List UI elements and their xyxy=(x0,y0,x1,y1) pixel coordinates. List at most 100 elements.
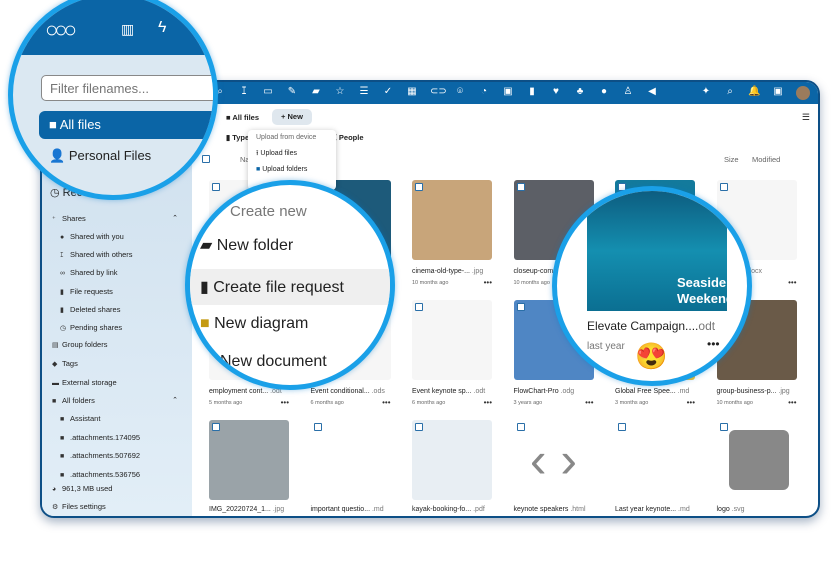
table-icon[interactable]: ▦ xyxy=(406,86,418,97)
file-name[interactable]: Event conditional... .ods xyxy=(311,388,385,395)
microscope-icon[interactable]: ♙ xyxy=(622,86,634,97)
sidebar-item-share[interactable]: ▮ Deleted shares xyxy=(60,305,120,314)
column-size[interactable]: Size xyxy=(724,155,739,164)
filter-type[interactable]: ▮ Type xyxy=(226,133,249,142)
briefcase-icon[interactable]: ▮ xyxy=(526,86,538,97)
file-name[interactable]: logo .svg xyxy=(717,506,745,513)
new-button[interactable]: + New xyxy=(272,109,312,125)
link-icon[interactable]: ⊂⊃ xyxy=(430,86,447,97)
contacts-icon[interactable]: ꕯ xyxy=(238,86,250,97)
map-pin-icon[interactable]: ⌾ xyxy=(454,86,466,97)
file-name[interactable]: FlowChart-Pro .odg xyxy=(514,388,575,395)
sidebar-folder[interactable]: ■ .attachments.174095 xyxy=(60,433,140,442)
bus-icon[interactable]: ▣ xyxy=(502,86,514,97)
file-name[interactable]: important questio... .md xyxy=(311,506,384,513)
more-actions-icon[interactable]: ••• xyxy=(281,398,289,407)
menu-new-document[interactable]: New document xyxy=(200,353,327,371)
filter-people[interactable]: ꕯ People xyxy=(333,133,364,143)
file-name[interactable]: Last year keynote... .md xyxy=(615,506,690,513)
file-checkbox[interactable] xyxy=(719,183,728,191)
file-checkbox[interactable] xyxy=(313,423,322,431)
sidebar-item-share[interactable]: ◷ Pending shares xyxy=(60,323,122,332)
sidebar-item-group-folders[interactable]: ▤ Group folders xyxy=(52,340,107,349)
file-checkbox[interactable] xyxy=(516,423,525,431)
activity-icon[interactable]: ϟ xyxy=(158,19,166,37)
check-icon[interactable]: ✓ xyxy=(382,86,394,97)
megaphone-icon[interactable]: ◀ xyxy=(646,86,658,97)
file-name[interactable]: group-business-p... .jpg xyxy=(717,388,790,395)
chevron-up-icon[interactable]: ⌃ xyxy=(172,396,178,404)
menu-new-diagram[interactable]: ■ New diagram xyxy=(200,315,308,333)
chevron-up-icon[interactable]: ⌃ xyxy=(172,214,178,222)
sidebar-item-tags[interactable]: ◆ Tags xyxy=(52,359,78,368)
file-name[interactable]: Global Free Spee... .md xyxy=(615,388,689,395)
file-name[interactable]: IMG_20220724_1... .jpg xyxy=(209,506,284,513)
file-checkbox[interactable] xyxy=(212,183,220,191)
file-checkbox[interactable] xyxy=(415,183,423,191)
calendar-icon[interactable]: ▭ xyxy=(262,86,274,97)
file-checkbox[interactable] xyxy=(516,303,525,311)
sidebar-folder[interactable]: ■ .attachments.507692 xyxy=(60,451,140,460)
more-actions-icon[interactable]: ••• xyxy=(707,337,720,351)
more-actions-icon[interactable]: ••• xyxy=(585,398,593,407)
more-actions-icon[interactable]: ••• xyxy=(382,398,390,407)
file-checkbox[interactable] xyxy=(618,423,626,431)
more-actions-icon[interactable]: ••• xyxy=(687,398,695,407)
plant-icon[interactable]: ♣ xyxy=(574,86,586,97)
file-name[interactable]: cinema-old-type-... .jpg xyxy=(412,268,483,275)
select-all-checkbox[interactable] xyxy=(202,155,210,163)
filter-filenames-input[interactable] xyxy=(41,75,213,101)
list-icon[interactable]: ☰ xyxy=(358,86,370,97)
file-name[interactable]: Elevate Campaign....odt xyxy=(587,319,715,333)
file-name[interactable]: Event keynote sp... .odt xyxy=(412,388,485,395)
menu-upload-files[interactable]: ⭱ Upload files xyxy=(248,146,336,162)
star-icon[interactable]: ☆ xyxy=(334,86,346,97)
file-checkbox[interactable] xyxy=(212,423,220,431)
pencil-icon[interactable]: ✎ xyxy=(286,86,298,97)
sidebar-item-share[interactable]: ● Shared with you xyxy=(60,232,124,241)
person-icon[interactable]: ● xyxy=(598,86,610,97)
avatar[interactable] xyxy=(796,86,810,100)
sidebar-folder[interactable]: ■ .attachments.536756 xyxy=(60,470,140,479)
breadcrumb-all-files[interactable]: ■ All files xyxy=(226,113,259,122)
menu-upload-folders[interactable]: ■ Upload folders xyxy=(248,162,336,178)
file-name[interactable]: employment cont... .odt xyxy=(209,388,282,395)
files-app-icon[interactable]: ▥ xyxy=(121,21,134,38)
sparkle-icon[interactable]: ✦ xyxy=(700,86,712,97)
more-actions-icon[interactable]: ••• xyxy=(484,398,492,407)
file-name[interactable]: kayak-booking-fo... .pdf xyxy=(412,506,485,513)
sidebar-item-shares[interactable]: ⁺ Shares xyxy=(52,214,86,223)
file-thumbnail[interactable]: ‹ › xyxy=(513,420,594,500)
more-actions-icon[interactable]: ••• xyxy=(484,278,492,287)
file-thumbnail[interactable] xyxy=(412,300,492,380)
speed-icon[interactable]: ◔ xyxy=(478,86,490,97)
sidebar-item-share[interactable]: ▮ File requests xyxy=(60,287,113,296)
file-checkbox[interactable] xyxy=(415,423,423,431)
menu-create-file-request[interactable]: ▮ Create file request xyxy=(200,277,344,297)
column-modified[interactable]: Modified xyxy=(752,155,780,164)
file-thumbnail[interactable] xyxy=(615,420,695,500)
search-icon[interactable]: ⌕ xyxy=(724,86,736,97)
more-actions-icon[interactable]: ••• xyxy=(788,398,796,407)
file-thumbnail[interactable] xyxy=(209,420,289,500)
sidebar-folder[interactable]: ■ Assistant xyxy=(60,414,100,423)
file-name[interactable]: keynote speakers .html xyxy=(514,506,586,513)
deck-icon[interactable]: ▰ xyxy=(310,86,322,97)
menu-new-folder[interactable]: ▰ New folder xyxy=(200,235,293,255)
heart-icon[interactable]: ♥ xyxy=(550,86,562,97)
sidebar-item-all-folders[interactable]: ■ All folders xyxy=(52,396,95,405)
file-thumbnail[interactable] xyxy=(716,420,797,500)
file-checkbox[interactable] xyxy=(516,183,525,191)
sidebar-item-files-settings[interactable]: ⚙ Files settings xyxy=(52,502,106,511)
view-toggle-icon[interactable]: ☰ xyxy=(802,112,810,123)
contacts-icon[interactable]: ▣ xyxy=(772,86,784,97)
sidebar-item-all-files[interactable]: ■ All files xyxy=(39,111,213,139)
sidebar-item-external-storage[interactable]: ▬ External storage xyxy=(52,378,117,387)
sidebar-item-share[interactable]: ꕯ Shared with others xyxy=(60,250,133,260)
sidebar-item-share[interactable]: ∞ Shared by link xyxy=(60,268,118,277)
bell-icon[interactable]: 🔔 xyxy=(748,86,760,97)
sidebar-item-personal-files[interactable]: 👤 Personal Files xyxy=(49,148,151,164)
file-thumbnail[interactable] xyxy=(412,420,492,500)
file-thumbnail[interactable] xyxy=(310,420,391,500)
file-checkbox[interactable] xyxy=(719,423,728,431)
